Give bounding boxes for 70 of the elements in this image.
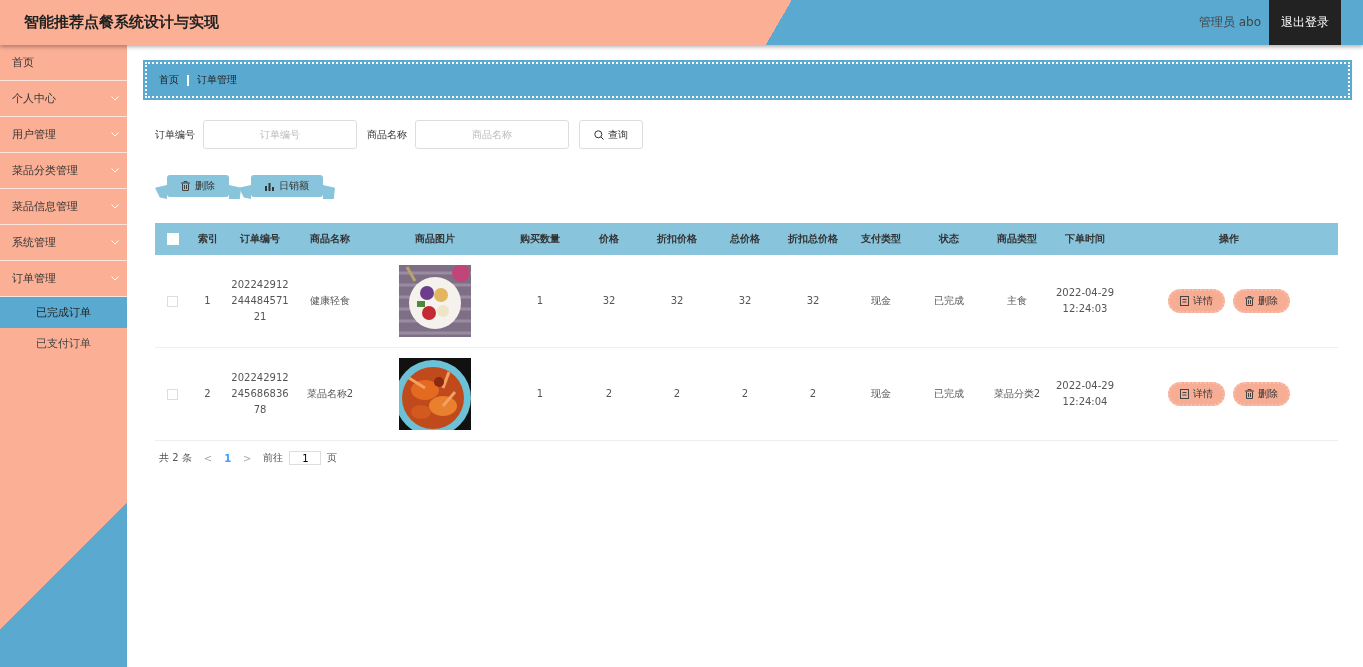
- table-cell-text: 2022-04-29 12:24:04: [1054, 379, 1116, 409]
- column-header: 商品名称: [295, 223, 365, 255]
- column-header: 操作: [1119, 223, 1338, 255]
- table-cell: 1: [536, 388, 544, 399]
- field-label: 商品名称: [367, 127, 407, 142]
- search-button[interactable]: 查询: [579, 120, 643, 149]
- chevron-down-icon: [111, 168, 119, 173]
- breadcrumb-item[interactable]: 首页: [159, 73, 179, 87]
- chevron-down-icon: [111, 132, 119, 137]
- table-cell: 32: [602, 295, 616, 306]
- trash-icon: [1244, 296, 1254, 306]
- column-header: 购买数量: [505, 223, 575, 255]
- table-cell: 菜品名称2: [306, 388, 354, 399]
- table-cell: 健康轻食: [310, 295, 350, 306]
- table-cell: 现金: [871, 295, 891, 306]
- page-input[interactable]: 1: [289, 451, 322, 465]
- column-header: 商品类型: [983, 223, 1051, 255]
- table-cell: 32: [806, 295, 820, 306]
- table-cell: 2: [605, 388, 613, 399]
- column-header: 索引: [190, 223, 225, 255]
- column-header: 商品图片: [365, 223, 505, 255]
- table-cell: 2: [741, 388, 749, 399]
- breadcrumb-item: 订单管理: [197, 73, 237, 87]
- table-cell-text: 2022-04-29 12:24:03: [1054, 286, 1116, 316]
- table-cell: 2: [673, 388, 681, 399]
- column-header: 订单编号: [225, 223, 295, 255]
- bar-chart-icon: [265, 181, 274, 191]
- column-header: 支付类型: [847, 223, 915, 255]
- table-cell-text: 20224291224448457121: [230, 278, 290, 324]
- trash-icon: [181, 181, 190, 191]
- table-cell: 已完成: [934, 388, 964, 399]
- delete-button[interactable]: 删除: [1232, 382, 1290, 406]
- search-icon: [594, 129, 604, 140]
- table-cell: 32: [738, 295, 752, 306]
- user-name: 管理员 abo: [1198, 14, 1261, 31]
- document-icon: [1179, 389, 1189, 399]
- table-cell: 菜品分类2: [993, 388, 1041, 399]
- detail-button[interactable]: 详情: [1167, 289, 1225, 313]
- logout-button[interactable]: 退出登录: [1269, 0, 1341, 45]
- page-suffix: 页: [327, 451, 338, 465]
- trash-icon: [1244, 389, 1254, 399]
- table-cell: 1: [536, 295, 544, 306]
- column-header: 折扣总价格: [779, 223, 847, 255]
- chevron-down-icon: [111, 204, 119, 209]
- table-cell: 已完成: [934, 295, 964, 306]
- chevron-down-icon: [111, 276, 119, 281]
- column-header: 状态: [915, 223, 983, 255]
- field-label: 订单编号: [155, 127, 195, 142]
- table-cell-text: 20224291224568683678: [230, 371, 290, 417]
- app-title: 智能推荐点餐系统设计与实现: [23, 13, 220, 32]
- checkbox[interactable]: [167, 295, 178, 307]
- chevron-down-icon: [111, 96, 119, 101]
- table-cell: 2: [809, 388, 817, 399]
- submenu-item[interactable]: 已完成订单: [0, 297, 127, 328]
- column-header: 折扣价格: [643, 223, 711, 255]
- detail-button[interactable]: 详情: [1167, 382, 1225, 406]
- table-cell: 1: [204, 295, 211, 306]
- table-cell: 32: [670, 295, 684, 306]
- column-header: 下单时间: [1051, 223, 1119, 255]
- chevron-down-icon: [111, 240, 119, 245]
- table-cell: 主食: [1007, 295, 1027, 306]
- goto-label: 前往: [263, 451, 284, 465]
- table-cell: 2: [204, 388, 211, 399]
- column-header: 总价格: [711, 223, 779, 255]
- delete-button[interactable]: 删除: [1232, 289, 1290, 313]
- total-count: 共 2 条: [159, 451, 192, 465]
- column-header: 价格: [575, 223, 643, 255]
- checkbox[interactable]: [167, 388, 178, 400]
- document-icon: [1179, 296, 1189, 306]
- table-cell: 现金: [871, 388, 891, 399]
